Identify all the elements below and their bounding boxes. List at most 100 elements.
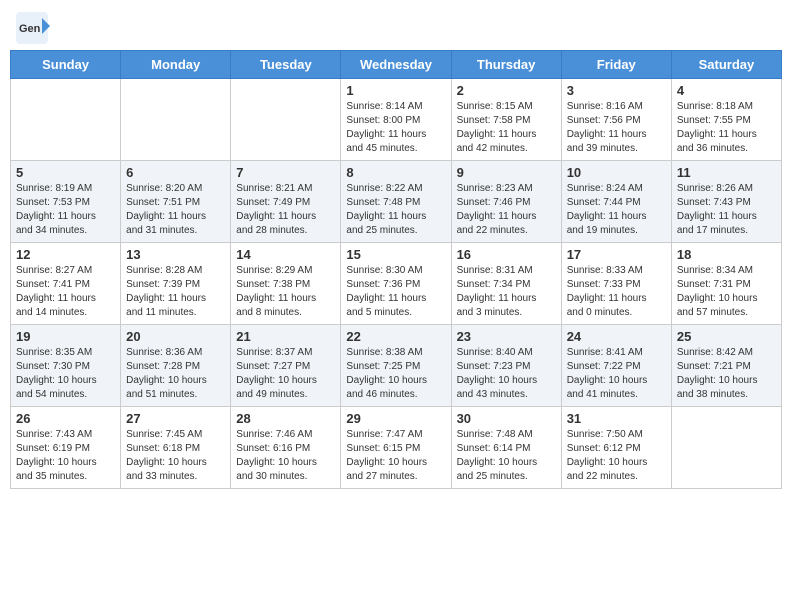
calendar-cell: 7 Sunrise: 8:21 AM Sunset: 7:49 PM Daylig… — [231, 161, 341, 243]
column-header-monday: Monday — [121, 51, 231, 79]
cell-content: Sunrise: 8:30 AM Sunset: 7:36 PM Dayligh… — [346, 264, 445, 320]
day-number: 11 — [677, 165, 776, 180]
cell-content: Sunrise: 8:26 AM Sunset: 7:43 PM Dayligh… — [677, 182, 776, 238]
day-number: 2 — [457, 83, 556, 98]
cell-content: Sunrise: 8:16 AM Sunset: 7:56 PM Dayligh… — [567, 100, 666, 156]
day-number: 14 — [236, 247, 335, 262]
page-header: Gen — [10, 10, 782, 46]
day-number: 22 — [346, 329, 445, 344]
day-number: 20 — [126, 329, 225, 344]
cell-content: Sunrise: 8:15 AM Sunset: 7:58 PM Dayligh… — [457, 100, 556, 156]
column-header-wednesday: Wednesday — [341, 51, 451, 79]
day-number: 28 — [236, 411, 335, 426]
calendar-week-1: 1Sunrise: 8:14 AM Sunset: 8:00 PM Daylig… — [11, 79, 782, 161]
calendar-cell: 26 Sunrise: 7:43 AM Sunset: 6:19 PM Dayli… — [11, 407, 121, 489]
cell-content: Sunrise: 8:19 AM Sunset: 7:53 PM Dayligh… — [16, 182, 115, 238]
cell-content: Sunrise: 8:33 AM Sunset: 7:33 PM Dayligh… — [567, 264, 666, 320]
cell-content: Sunrise: 8:37 AM Sunset: 7:27 PM Dayligh… — [236, 346, 335, 402]
day-number: 10 — [567, 165, 666, 180]
calendar-cell: 17 Sunrise: 8:33 AM Sunset: 7:33 PM Dayli… — [561, 243, 671, 325]
calendar-cell: 10 Sunrise: 8:24 AM Sunset: 7:44 PM Dayli… — [561, 161, 671, 243]
calendar-cell — [11, 79, 121, 161]
calendar-cell — [671, 407, 781, 489]
cell-content: Sunrise: 8:41 AM Sunset: 7:22 PM Dayligh… — [567, 346, 666, 402]
day-number: 3 — [567, 83, 666, 98]
day-number: 30 — [457, 411, 556, 426]
day-number: 24 — [567, 329, 666, 344]
day-number: 26 — [16, 411, 115, 426]
day-number: 27 — [126, 411, 225, 426]
cell-content: Sunrise: 7:45 AM Sunset: 6:18 PM Dayligh… — [126, 428, 225, 484]
calendar-cell: 18 Sunrise: 8:34 AM Sunset: 7:31 PM Dayli… — [671, 243, 781, 325]
calendar-cell: 29 Sunrise: 7:47 AM Sunset: 6:15 PM Dayli… — [341, 407, 451, 489]
cell-content: Sunrise: 8:23 AM Sunset: 7:46 PM Dayligh… — [457, 182, 556, 238]
calendar-week-3: 12Sunrise: 8:27 AM Sunset: 7:41 PM Dayli… — [11, 243, 782, 325]
cell-content: Sunrise: 7:46 AM Sunset: 6:16 PM Dayligh… — [236, 428, 335, 484]
cell-content: Sunrise: 8:29 AM Sunset: 7:38 PM Dayligh… — [236, 264, 335, 320]
calendar-cell: 14 Sunrise: 8:29 AM Sunset: 7:38 PM Dayli… — [231, 243, 341, 325]
column-header-thursday: Thursday — [451, 51, 561, 79]
day-number: 8 — [346, 165, 445, 180]
calendar-cell: 2 Sunrise: 8:15 AM Sunset: 7:58 PM Daylig… — [451, 79, 561, 161]
calendar-table: SundayMondayTuesdayWednesdayThursdayFrid… — [10, 50, 782, 489]
calendar-cell: 6 Sunrise: 8:20 AM Sunset: 7:51 PM Daylig… — [121, 161, 231, 243]
cell-content: Sunrise: 8:34 AM Sunset: 7:31 PM Dayligh… — [677, 264, 776, 320]
day-number: 13 — [126, 247, 225, 262]
cell-content: Sunrise: 7:47 AM Sunset: 6:15 PM Dayligh… — [346, 428, 445, 484]
column-header-sunday: Sunday — [11, 51, 121, 79]
calendar-cell: 22 Sunrise: 8:38 AM Sunset: 7:25 PM Dayli… — [341, 325, 451, 407]
calendar-cell: 21Sunrise: 8:37 AM Sunset: 7:27 PM Dayli… — [231, 325, 341, 407]
calendar-cell: 8 Sunrise: 8:22 AM Sunset: 7:48 PM Daylig… — [341, 161, 451, 243]
cell-content: Sunrise: 8:14 AM Sunset: 8:00 PM Dayligh… — [346, 100, 445, 156]
calendar-cell: 31 Sunrise: 7:50 AM Sunset: 6:12 PM Dayli… — [561, 407, 671, 489]
svg-text:Gen: Gen — [19, 23, 41, 35]
cell-content: Sunrise: 8:24 AM Sunset: 7:44 PM Dayligh… — [567, 182, 666, 238]
day-number: 15 — [346, 247, 445, 262]
calendar-cell: 5Sunrise: 8:19 AM Sunset: 7:53 PM Daylig… — [11, 161, 121, 243]
cell-content: Sunrise: 8:22 AM Sunset: 7:48 PM Dayligh… — [346, 182, 445, 238]
column-header-tuesday: Tuesday — [231, 51, 341, 79]
cell-content: Sunrise: 7:43 AM Sunset: 6:19 PM Dayligh… — [16, 428, 115, 484]
day-number: 4 — [677, 83, 776, 98]
calendar-cell: 15 Sunrise: 8:30 AM Sunset: 7:36 PM Dayli… — [341, 243, 451, 325]
cell-content: Sunrise: 8:35 AM Sunset: 7:30 PM Dayligh… — [16, 346, 115, 402]
cell-content: Sunrise: 8:40 AM Sunset: 7:23 PM Dayligh… — [457, 346, 556, 402]
day-number: 29 — [346, 411, 445, 426]
day-number: 6 — [126, 165, 225, 180]
cell-content: Sunrise: 8:28 AM Sunset: 7:39 PM Dayligh… — [126, 264, 225, 320]
calendar-cell: 28 Sunrise: 7:46 AM Sunset: 6:16 PM Dayli… — [231, 407, 341, 489]
calendar-cell: 9 Sunrise: 8:23 AM Sunset: 7:46 PM Daylig… — [451, 161, 561, 243]
cell-content: Sunrise: 8:36 AM Sunset: 7:28 PM Dayligh… — [126, 346, 225, 402]
calendar-cell: 3 Sunrise: 8:16 AM Sunset: 7:56 PM Daylig… — [561, 79, 671, 161]
calendar-cell: 19Sunrise: 8:35 AM Sunset: 7:30 PM Dayli… — [11, 325, 121, 407]
cell-content: Sunrise: 8:20 AM Sunset: 7:51 PM Dayligh… — [126, 182, 225, 238]
calendar-week-5: 26 Sunrise: 7:43 AM Sunset: 6:19 PM Dayli… — [11, 407, 782, 489]
day-number: 25 — [677, 329, 776, 344]
cell-content: Sunrise: 8:38 AM Sunset: 7:25 PM Dayligh… — [346, 346, 445, 402]
calendar-cell: 23Sunrise: 8:40 AM Sunset: 7:23 PM Dayli… — [451, 325, 561, 407]
calendar-week-2: 5Sunrise: 8:19 AM Sunset: 7:53 PM Daylig… — [11, 161, 782, 243]
day-number: 31 — [567, 411, 666, 426]
cell-content: Sunrise: 8:31 AM Sunset: 7:34 PM Dayligh… — [457, 264, 556, 320]
cell-content: Sunrise: 7:50 AM Sunset: 6:12 PM Dayligh… — [567, 428, 666, 484]
calendar-cell — [231, 79, 341, 161]
day-number: 18 — [677, 247, 776, 262]
calendar-cell: 11 Sunrise: 8:26 AM Sunset: 7:43 PM Dayli… — [671, 161, 781, 243]
day-number: 16 — [457, 247, 556, 262]
calendar-cell: 30 Sunrise: 7:48 AM Sunset: 6:14 PM Dayli… — [451, 407, 561, 489]
calendar-week-4: 19Sunrise: 8:35 AM Sunset: 7:30 PM Dayli… — [11, 325, 782, 407]
calendar-cell: 4 Sunrise: 8:18 AM Sunset: 7:55 PM Daylig… — [671, 79, 781, 161]
day-number: 17 — [567, 247, 666, 262]
calendar-cell: 27 Sunrise: 7:45 AM Sunset: 6:18 PM Dayli… — [121, 407, 231, 489]
column-header-saturday: Saturday — [671, 51, 781, 79]
calendar-header-row: SundayMondayTuesdayWednesdayThursdayFrid… — [11, 51, 782, 79]
day-number: 7 — [236, 165, 335, 180]
cell-content: Sunrise: 7:48 AM Sunset: 6:14 PM Dayligh… — [457, 428, 556, 484]
cell-content: Sunrise: 8:21 AM Sunset: 7:49 PM Dayligh… — [236, 182, 335, 238]
day-number: 9 — [457, 165, 556, 180]
calendar-cell: 25Sunrise: 8:42 AM Sunset: 7:21 PM Dayli… — [671, 325, 781, 407]
calendar-cell — [121, 79, 231, 161]
calendar-cell: 13 Sunrise: 8:28 AM Sunset: 7:39 PM Dayli… — [121, 243, 231, 325]
calendar-cell: 24 Sunrise: 8:41 AM Sunset: 7:22 PM Dayli… — [561, 325, 671, 407]
cell-content: Sunrise: 8:18 AM Sunset: 7:55 PM Dayligh… — [677, 100, 776, 156]
